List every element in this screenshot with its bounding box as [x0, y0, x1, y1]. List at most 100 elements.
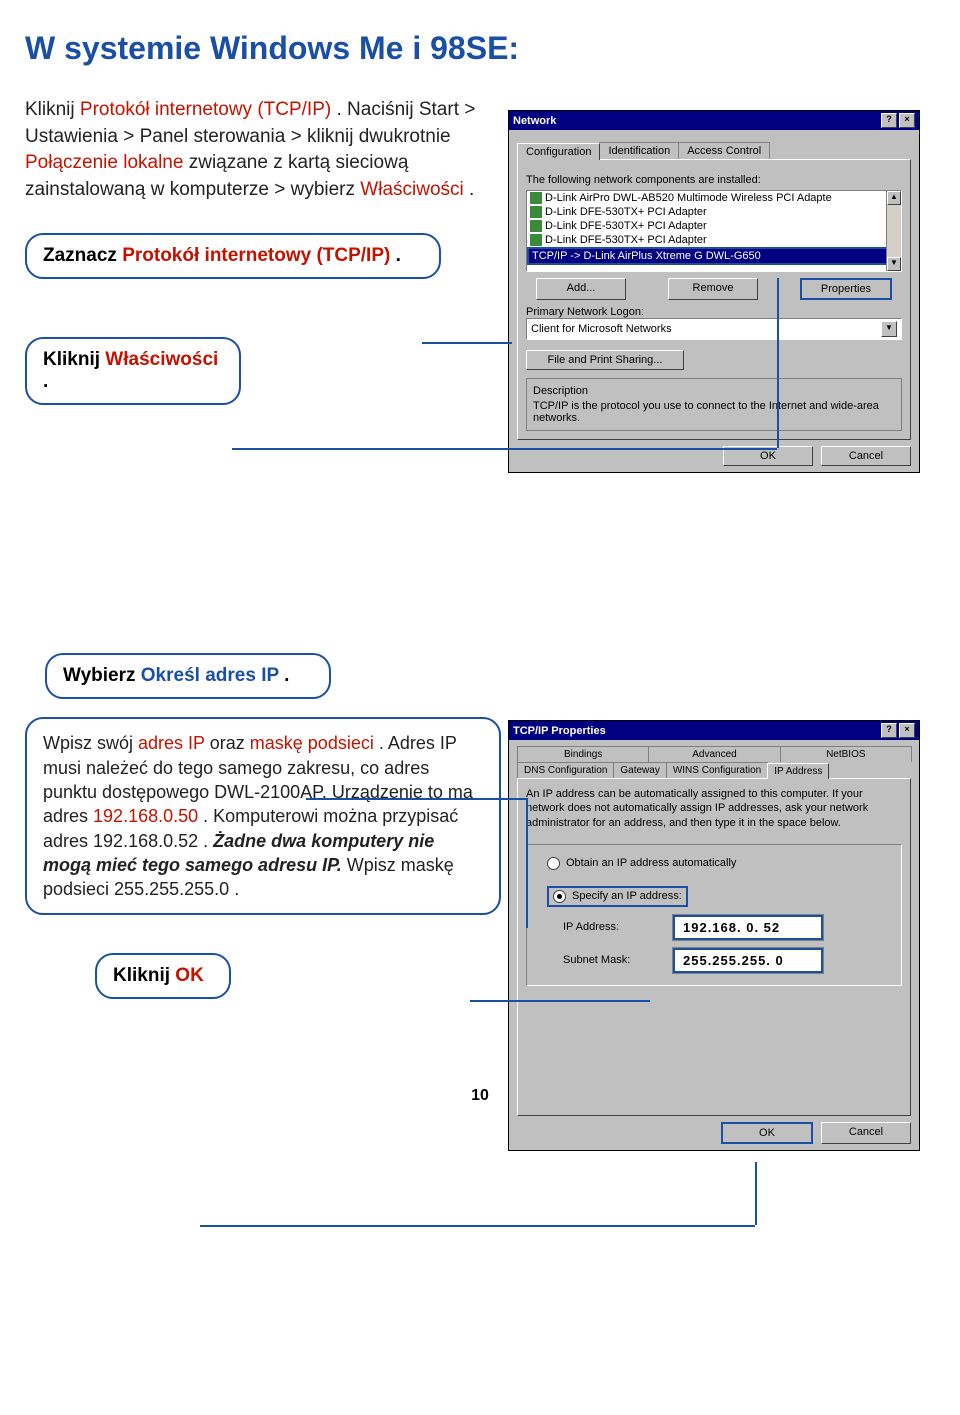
network-titlebar[interactable]: Network ? ×: [509, 111, 919, 130]
tab-dns[interactable]: DNS Configuration: [517, 762, 614, 778]
list-item-tcpip[interactable]: TCP/IP -> D-Link AirPlus Xtreme G DWL-G6…: [527, 247, 901, 265]
ok-button[interactable]: OK: [721, 1122, 813, 1144]
subnet-mask-label: Subnet Mask:: [563, 954, 663, 966]
instruction-block: Wpisz swój adres IP oraz maskę podsieci …: [25, 717, 501, 915]
logon-value: Client for Microsoft Networks: [531, 323, 672, 335]
callout-text: .: [396, 245, 401, 266]
instr-text: 255.255.255.0: [114, 879, 229, 899]
ip-address-label: IP Address:: [563, 921, 663, 933]
components-listbox[interactable]: D-Link AirPro DWL-AB520 Multimode Wirele…: [526, 190, 902, 272]
tab-identification[interactable]: Identification: [599, 142, 679, 159]
scroll-down-icon[interactable]: ▼: [887, 257, 901, 271]
callout-highlight: Protokół internetowy (TCP/IP): [122, 245, 390, 266]
help-icon[interactable]: ?: [881, 723, 897, 738]
scroll-up-icon[interactable]: ▲: [887, 191, 901, 205]
components-label: The following network components are ins…: [526, 174, 902, 186]
list-item-label: D-Link DFE-530TX+ PCI Adapter: [545, 220, 707, 232]
list-item[interactable]: D-Link DFE-530TX+ PCI Adapter: [527, 205, 901, 219]
ip-description: An IP address can be automatically assig…: [526, 787, 902, 830]
connector-line: [306, 798, 526, 800]
list-item-label: D-Link AirPro DWL-AB520 Multimode Wirele…: [545, 192, 832, 204]
tcpip-tabs: Bindings Advanced NetBIOS: [517, 746, 911, 762]
remove-button[interactable]: Remove: [668, 278, 758, 300]
network-tabs: Configuration Identification Access Cont…: [517, 142, 911, 159]
tab-bindings[interactable]: Bindings: [517, 746, 649, 762]
adapter-icon: [530, 192, 542, 204]
cancel-button[interactable]: Cancel: [821, 446, 911, 466]
instr-text: .: [203, 831, 213, 851]
adapter-icon: [530, 220, 542, 232]
cancel-button[interactable]: Cancel: [821, 1122, 911, 1144]
instr-highlight: adres IP: [138, 733, 205, 753]
callout-select-tcpip: Zaznacz Protokół internetowy (TCP/IP) .: [25, 233, 441, 279]
tab-wins[interactable]: WINS Configuration: [666, 762, 768, 778]
list-item[interactable]: D-Link DFE-530TX+ PCI Adapter: [527, 233, 901, 247]
callout-text: .: [284, 665, 289, 686]
list-item-label: D-Link DFE-530TX+ PCI Adapter: [545, 206, 707, 218]
tab-netbios[interactable]: NetBIOS: [780, 746, 912, 762]
callout-text: Kliknij: [43, 349, 105, 370]
logon-combobox[interactable]: Client for Microsoft Networks ▼: [526, 318, 902, 340]
callout-highlight: Właściwości: [105, 349, 218, 370]
callout-specify-ip: Wybierz Określ adres IP .: [45, 653, 331, 699]
callout-text: .: [43, 371, 48, 392]
instr-text: Wpisz swój: [43, 733, 138, 753]
help-icon[interactable]: ?: [881, 113, 897, 128]
description-label: Description: [533, 385, 895, 397]
radio-label: Obtain an IP address automatically: [566, 857, 736, 869]
tcpip-titlebar[interactable]: TCP/IP Properties ? ×: [509, 721, 919, 740]
callout-text: Zaznacz: [43, 245, 122, 266]
subnet-mask-input[interactable]: 255.255.255. 0: [673, 948, 823, 973]
chevron-down-icon[interactable]: ▼: [881, 321, 897, 337]
tcpip-tabs-row2: DNS Configuration Gateway WINS Configura…: [517, 762, 911, 778]
intro-highlight: Połączenie lokalne: [25, 152, 183, 173]
network-dialog: Network ? × Configuration Identification…: [508, 110, 920, 473]
callout-highlight: OK: [175, 965, 204, 986]
ip-address-input[interactable]: 192.168. 0. 52: [673, 915, 823, 940]
list-item-label: TCP/IP -> D-Link AirPlus Xtreme G DWL-G6…: [532, 250, 761, 262]
tab-ip-address[interactable]: IP Address: [767, 763, 829, 779]
callout-highlight: Określ adres IP: [141, 665, 279, 686]
intro-part: .: [469, 179, 474, 200]
file-print-sharing-button[interactable]: File and Print Sharing...: [526, 350, 684, 370]
connector-line: [422, 342, 512, 344]
adapter-icon: [530, 206, 542, 218]
radio-obtain-auto[interactable]: Obtain an IP address automatically: [547, 857, 895, 870]
tab-gateway[interactable]: Gateway: [613, 762, 666, 778]
radio-specify-ip[interactable]: Specify an IP address:: [547, 886, 688, 907]
connector-line: [232, 448, 777, 450]
connector-line: [526, 798, 528, 928]
tab-access-control[interactable]: Access Control: [678, 142, 770, 159]
intro-part: Kliknij: [25, 99, 80, 120]
tcpip-dialog: TCP/IP Properties ? × Bindings Advanced …: [508, 720, 920, 1151]
close-icon[interactable]: ×: [899, 723, 915, 738]
callout-click-ok: Kliknij OK: [95, 953, 231, 999]
intro-text: Kliknij Protokół internetowy (TCP/IP) . …: [25, 97, 495, 203]
radio-icon: [553, 890, 566, 903]
intro-highlight: Właściwości: [360, 179, 463, 200]
add-button[interactable]: Add...: [536, 278, 626, 300]
adapter-icon: [530, 234, 542, 246]
callout-text: Kliknij: [113, 965, 175, 986]
instr-highlight: 192.168.0.50: [93, 806, 198, 826]
logon-label: Primary Network Logon:: [526, 306, 902, 318]
connector-line: [755, 1162, 757, 1225]
list-item[interactable]: D-Link DFE-530TX+ PCI Adapter: [527, 219, 901, 233]
properties-button[interactable]: Properties: [800, 278, 892, 300]
close-icon[interactable]: ×: [899, 113, 915, 128]
callout-text: Wybierz: [63, 665, 141, 686]
page-heading: W systemie Windows Me i 98SE:: [25, 30, 935, 67]
tab-advanced[interactable]: Advanced: [648, 746, 780, 762]
callout-click-properties: Kliknij Właściwości .: [25, 337, 241, 405]
network-title: Network: [513, 115, 556, 127]
scrollbar[interactable]: ▲ ▼: [886, 191, 901, 271]
list-item[interactable]: D-Link AirPro DWL-AB520 Multimode Wirele…: [527, 191, 901, 205]
radio-label: Specify an IP address:: [572, 890, 682, 902]
tcpip-title: TCP/IP Properties: [513, 725, 606, 737]
list-item-label: D-Link DFE-530TX+ PCI Adapter: [545, 234, 707, 246]
instr-text: 192.168.0.52: [93, 831, 198, 851]
connector-line: [470, 1000, 650, 1002]
description-text: TCP/IP is the protocol you use to connec…: [533, 400, 895, 424]
instr-highlight: maskę podsieci: [250, 733, 374, 753]
tab-configuration[interactable]: Configuration: [517, 143, 600, 160]
